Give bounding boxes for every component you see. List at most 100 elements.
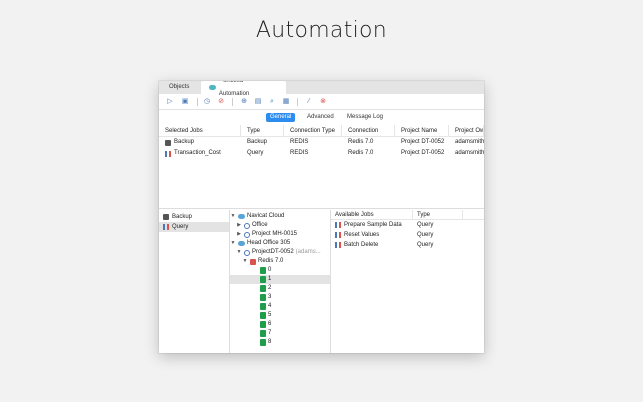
job-category-list: Backup Query [159, 210, 230, 353]
database-icon [260, 339, 266, 346]
tree-navicat-cloud[interactable]: ▼ Navicat Cloud [230, 212, 330, 221]
database-icon [260, 303, 266, 310]
category-label: Backup [172, 214, 193, 220]
category-query[interactable]: Query [159, 222, 229, 232]
arrange-icon[interactable]: ▦ [281, 97, 291, 107]
chevron-right-icon[interactable]: ▶ [236, 221, 242, 230]
project-icon [244, 249, 250, 256]
tab-bar: Objects * Untitled - Automation [159, 81, 484, 97]
cell-project: Project DT-0052 [401, 150, 445, 156]
query-icon [335, 222, 341, 228]
toolbar: ▷ ▣ ◷ ⊘ ⊕ ▤ ⌕ ▦ ⁄ ⊗ [159, 94, 484, 110]
save-icon[interactable]: ▣ [180, 97, 190, 107]
cell-type: Query [247, 150, 264, 156]
query-icon [335, 242, 341, 248]
col-connection-type[interactable]: Connection Type [284, 125, 342, 136]
tree-label: Office [252, 222, 268, 228]
tree-project-mh[interactable]: ▶ Project MH-0015 [230, 230, 330, 239]
query-icon [335, 232, 341, 238]
cell-owner: adamsmith [455, 150, 484, 156]
tree-office[interactable]: ▶ Office [230, 221, 330, 230]
tab-objects[interactable]: Objects [161, 81, 197, 94]
segment-general[interactable]: General [266, 113, 296, 122]
cell-project: Project DT-0052 [401, 139, 445, 145]
col-project-owner[interactable]: Project Ow [449, 125, 484, 136]
tree-head-office[interactable]: ▼ Head Office 305 [230, 239, 330, 248]
tree-label: Redis 7.0 [258, 258, 284, 264]
list-item[interactable]: Prepare Sample Data Query [331, 220, 484, 230]
tree-db[interactable]: 4 [230, 302, 330, 311]
cell-job: Transaction_Cost [174, 150, 221, 156]
available-jobs-list: Available Jobs Type Prepare Sample Data … [331, 210, 484, 353]
chevron-down-icon[interactable]: ▼ [236, 248, 242, 257]
selected-jobs-table: Selected Jobs Type Connection Type Conne… [159, 125, 484, 209]
segment-advanced[interactable]: Advanced [303, 113, 338, 122]
database-icon [260, 321, 266, 328]
tree-db[interactable]: 8 [230, 338, 330, 347]
tree-redis[interactable]: ▼ Redis 7.0 [230, 257, 330, 266]
project-icon [244, 222, 250, 229]
tree-db[interactable]: 5 [230, 311, 330, 320]
chevron-down-icon[interactable]: ▼ [230, 239, 236, 248]
category-label: Query [172, 224, 189, 230]
category-backup[interactable]: Backup [159, 212, 229, 222]
cell-owner: adamsmith [455, 139, 484, 145]
table-row[interactable]: Backup Backup REDIS Redis 7.0 Project DT… [159, 137, 484, 148]
backup-icon [163, 214, 169, 220]
list-item[interactable]: Reset Values Query [331, 230, 484, 240]
query-icon [163, 224, 169, 230]
col-project-name[interactable]: Project Name [395, 125, 449, 136]
col-available-type[interactable]: Type [413, 210, 463, 219]
tree-db[interactable]: 0 [230, 266, 330, 275]
tree-db[interactable]: 3 [230, 293, 330, 302]
tree-db[interactable]: 2 [230, 284, 330, 293]
tree-owner: (adams... [295, 249, 321, 255]
col-type[interactable]: Type [241, 125, 284, 136]
table-header: Selected Jobs Type Connection Type Conne… [159, 125, 484, 137]
tree-label: Head Office 305 [247, 240, 291, 246]
database-icon [260, 285, 266, 292]
database-icon [260, 330, 266, 337]
database-icon [260, 267, 266, 274]
tree-label: Navicat Cloud [247, 213, 285, 219]
segment-message-log[interactable]: Message Log [343, 113, 387, 122]
tab-automation[interactable]: * Untitled - Automation [201, 81, 286, 97]
col-connection[interactable]: Connection [342, 125, 395, 136]
redis-icon [250, 258, 256, 265]
chevron-right-icon[interactable]: ▶ [236, 230, 242, 239]
chevron-down-icon[interactable]: ▼ [242, 257, 248, 266]
cell-job: Backup [174, 139, 195, 145]
tree-project-dt[interactable]: ▼ ProjectDT-0052 (adams... [230, 248, 330, 257]
automation-window: Objects * Untitled - Automation ▷ ▣ ◷ ⊘ … [159, 81, 484, 353]
list-item[interactable]: Batch Delete Query [331, 240, 484, 250]
col-selected-jobs[interactable]: Selected Jobs [159, 125, 241, 136]
cell-connection: Redis 7.0 [348, 150, 374, 156]
cell-conn-type: REDIS [290, 139, 309, 145]
tree-db[interactable]: 7 [230, 329, 330, 338]
query-icon [165, 150, 171, 157]
cell-type: Backup [247, 139, 268, 145]
cell-connection: Redis 7.0 [348, 139, 374, 145]
cancel-schedule-icon[interactable]: ⊘ [216, 97, 226, 107]
segmented-control: General Advanced Message Log [159, 110, 484, 124]
find-icon[interactable]: ⌕ [267, 97, 277, 107]
bottom-panes: Backup Query ▼ Navicat Cloud ▶ Office ▶ … [159, 210, 484, 353]
tree-db[interactable]: 1 [230, 275, 330, 284]
col-available-jobs[interactable]: Available Jobs [331, 210, 413, 219]
run-icon[interactable]: ▷ [165, 97, 175, 107]
attach-icon[interactable]: ⁄ [304, 97, 314, 107]
cloud-icon [238, 214, 245, 219]
database-icon [260, 294, 266, 301]
tree-db[interactable]: 6 [230, 320, 330, 329]
delete-attachment-icon[interactable]: ⊗ [318, 97, 328, 107]
tree-label: ProjectDT-0052 [252, 249, 294, 255]
edit-job-icon[interactable]: ▤ [253, 97, 263, 107]
schedule-icon[interactable]: ◷ [202, 97, 212, 107]
chevron-down-icon[interactable]: ▼ [230, 212, 236, 221]
database-icon [260, 312, 266, 319]
automation-icon [209, 85, 216, 90]
table-row[interactable]: Transaction_Cost Query REDIS Redis 7.0 P… [159, 148, 484, 159]
tree-label: Project MH-0015 [252, 231, 298, 237]
add-job-icon[interactable]: ⊕ [239, 97, 249, 107]
server-icon [238, 241, 245, 246]
